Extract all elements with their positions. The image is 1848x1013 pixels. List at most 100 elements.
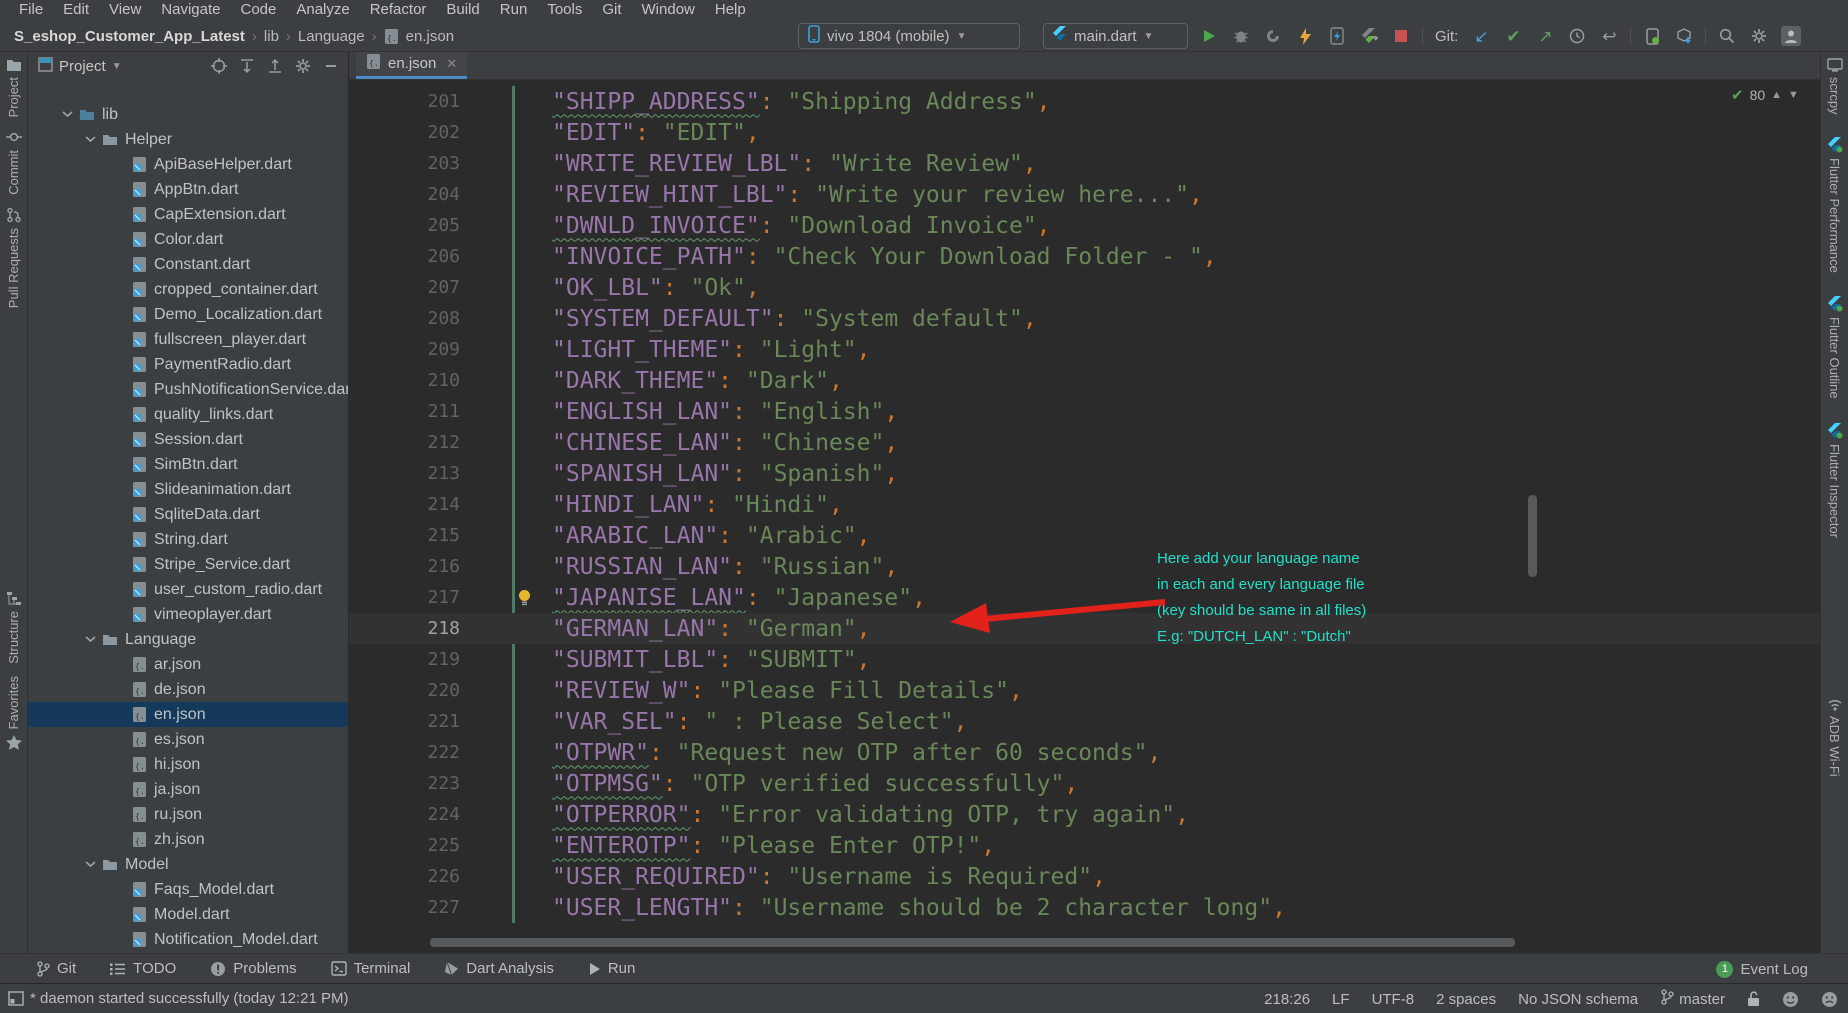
menu-window[interactable]: Window [633,0,704,20]
stripe-button-flutter-outline[interactable]: Flutter Outline [1821,290,1848,405]
tree-item-model[interactable]: Model [28,852,348,877]
stripe-button-flutter-performance[interactable]: Flutter Performance [1821,131,1848,279]
menu-refactor[interactable]: Refactor [361,0,436,20]
tree-item-en-json[interactable]: {..en.json [28,702,348,727]
tree-item-ru-json[interactable]: {..ru.json [28,802,348,827]
git-commit-icon[interactable]: ✔ [1502,25,1524,47]
debug-icon[interactable] [1230,25,1252,47]
search-icon[interactable] [1716,25,1738,47]
tree-item-ar-json[interactable]: {..ar.json [28,652,348,677]
close-icon[interactable]: ✕ [446,56,457,72]
unlock-icon[interactable] [1747,991,1760,1007]
sad-face-icon[interactable] [1821,991,1838,1008]
caret-position[interactable]: 218:26 [1264,991,1310,1008]
flutter-attach-icon[interactable] [1358,25,1380,47]
tree-item-faqs_model-dart[interactable]: Faqs_Model.dart [28,877,348,902]
menu-build[interactable]: Build [437,0,488,20]
settings-icon[interactable] [292,55,314,77]
event-log-button[interactable]: 1 Event Log [1716,954,1808,984]
stripe-button-scrcpy[interactable]: scrcpy [1821,52,1848,121]
tree-item-pushnotificationservice-dart[interactable]: PushNotificationService.dart [28,377,348,402]
chevron-up-icon[interactable]: ▲ [1771,89,1782,101]
tree-item-ja-json[interactable]: {..ja.json [28,777,348,802]
menu-view[interactable]: View [100,0,150,20]
stripe-button-favorites[interactable]: Favorites [0,670,27,755]
toolwindow-button-todo[interactable]: TODO [110,960,176,977]
breadcrumb[interactable]: S_eshop_Customer_App_Latest›lib›Language… [14,20,454,52]
breadcrumb-item[interactable]: lib [264,28,279,45]
hot-reload-icon[interactable] [1294,25,1316,47]
tree-item-string-dart[interactable]: String.dart [28,527,348,552]
horizontal-scrollbar-thumb[interactable] [430,938,1515,947]
stop-icon[interactable] [1390,25,1412,47]
menu-run[interactable]: Run [491,0,537,20]
stripe-button-project[interactable]: Project [0,52,27,123]
menu-help[interactable]: Help [706,0,755,20]
menu-edit[interactable]: Edit [54,0,98,20]
happy-face-icon[interactable] [1782,991,1799,1008]
device-manager-icon[interactable] [1641,25,1663,47]
profile-icon[interactable] [1262,25,1284,47]
tree-item-notification_model-dart[interactable]: Notification_Model.dart [28,927,348,952]
tree-item-user_custom_radio-dart[interactable]: user_custom_radio.dart [28,577,348,602]
tree-item-sqlitedata-dart[interactable]: SqliteData.dart [28,502,348,527]
tree-item-es-json[interactable]: {..es.json [28,727,348,752]
tree-item-zh-json[interactable]: {..zh.json [28,827,348,852]
tree-item-de-json[interactable]: {..de.json [28,677,348,702]
chevron-down-icon[interactable] [60,111,74,118]
tree-item-lib[interactable]: lib [28,102,348,127]
editor-body[interactable]: 201"SHIPP_ADDRESS": "Shipping Address",2… [349,80,1820,953]
tree-item-capextension-dart[interactable]: CapExtension.dart [28,202,348,227]
tree-item-quality_links-dart[interactable]: quality_links.dart [28,402,348,427]
toolwindow-button-run[interactable]: Run [588,960,636,977]
stripe-button-structure[interactable]: Structure [0,584,27,670]
tree-item-constant-dart[interactable]: Constant.dart [28,252,348,277]
breadcrumb-item[interactable]: Language [298,28,365,45]
settings-icon[interactable] [1748,25,1770,47]
tree-item-demo_localization-dart[interactable]: Demo_Localization.dart [28,302,348,327]
menu-git[interactable]: Git [593,0,630,20]
indent-setting[interactable]: 2 spaces [1436,991,1496,1008]
toolwindow-button-git[interactable]: Git [36,960,76,977]
tree-item-model-dart[interactable]: Model.dart [28,902,348,927]
sdk-manager-icon[interactable] [1673,25,1695,47]
inspections-widget[interactable]: ✔ 80 ▲ ▼ [1731,86,1799,104]
breadcrumb-item[interactable]: S_eshop_Customer_App_Latest [14,28,245,45]
toolwindow-button-problems[interactable]: Problems [210,960,296,977]
stripe-button-flutter-inspector[interactable]: Flutter Inspector [1821,417,1848,544]
tree-item-hi-json[interactable]: {..hi.json [28,752,348,777]
tree-item-appbtn-dart[interactable]: AppBtn.dart [28,177,348,202]
intention-bulb-icon[interactable] [517,589,532,612]
stripe-button-commit[interactable]: Commit [0,123,27,201]
line-separator[interactable]: LF [1332,991,1350,1008]
tree-item-paymentradio-dart[interactable]: PaymentRadio.dart [28,352,348,377]
tree-item-session-dart[interactable]: Session.dart [28,427,348,452]
locate-icon[interactable] [208,55,230,77]
git-push-icon[interactable]: ↗ [1534,25,1556,47]
hide-icon[interactable] [320,55,342,77]
git-history-icon[interactable] [1566,25,1588,47]
tree-item-stripe_service-dart[interactable]: Stripe_Service.dart [28,552,348,577]
tree-item-simbtn-dart[interactable]: SimBtn.dart [28,452,348,477]
stripe-button-pull-requests[interactable]: Pull Requests [0,201,27,314]
tab-en-json[interactable]: {.. en.json ✕ [356,52,467,79]
menu-file[interactable]: File [10,0,52,20]
tree-item-slideanimation-dart[interactable]: Slideanimation.dart [28,477,348,502]
json-schema-selector[interactable]: No JSON schema [1518,991,1638,1008]
chevron-down-icon[interactable] [83,636,97,643]
tree-item-vimeoplayer-dart[interactable]: vimeoplayer.dart [28,602,348,627]
git-rollback-icon[interactable]: ↩ [1598,25,1620,47]
tree-item-cropped_container-dart[interactable]: cropped_container.dart [28,277,348,302]
menu-navigate[interactable]: Navigate [152,0,229,20]
code-area[interactable]: 201"SHIPP_ADDRESS": "Shipping Address",2… [349,86,1820,923]
collapse-all-icon[interactable] [264,55,286,77]
tree-item-color-dart[interactable]: Color.dart [28,227,348,252]
vertical-scrollbar-thumb[interactable] [1528,495,1537,577]
menu-analyze[interactable]: Analyze [287,0,358,20]
stripe-button-adb-wi-fi[interactable]: ADB Wi-Fi [1821,692,1848,783]
tree-item-language[interactable]: Language [28,627,348,652]
avatar[interactable] [1780,25,1802,47]
project-panel-title[interactable]: Project [59,58,106,75]
chevron-down-icon[interactable]: ▼ [1788,89,1799,101]
toolwindow-button-terminal[interactable]: Terminal [331,960,411,977]
